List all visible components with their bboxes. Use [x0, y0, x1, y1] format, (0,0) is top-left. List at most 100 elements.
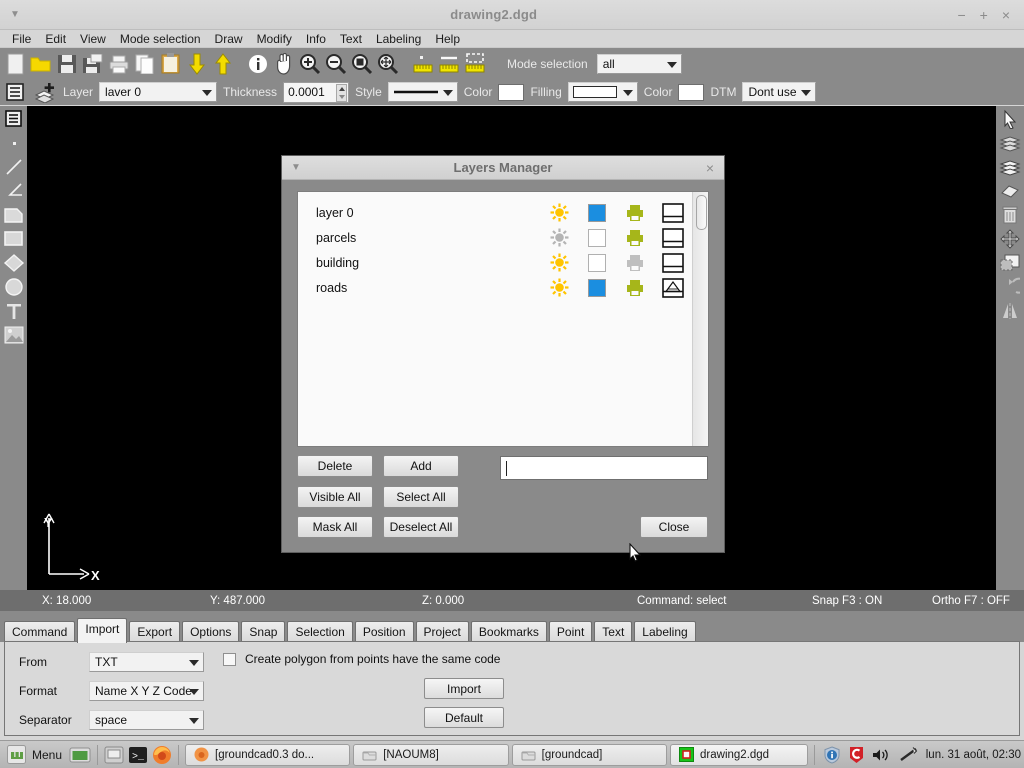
polygon-icon[interactable]	[3, 204, 25, 225]
trash-icon[interactable]	[999, 204, 1021, 225]
circle-icon[interactable]	[3, 276, 25, 297]
console-icon[interactable]: >_	[128, 746, 148, 764]
zoom-extents-icon[interactable]	[375, 50, 401, 78]
tab-point[interactable]: Point	[548, 621, 593, 643]
zoom-out-icon[interactable]	[323, 50, 349, 78]
visible-all-button[interactable]: Visible All	[297, 486, 373, 508]
mask-all-button[interactable]: Mask All	[297, 516, 373, 538]
polyline-icon[interactable]	[3, 180, 25, 201]
menu-item-file[interactable]: File	[5, 30, 38, 48]
copy-icon[interactable]	[132, 50, 158, 78]
taskbar-window-groundcad-doc[interactable]: [groundcad0.3 do...	[185, 743, 351, 766]
tab-import[interactable]: Import	[77, 618, 128, 643]
table-row[interactable]: building	[298, 250, 692, 275]
info-shield-icon[interactable]	[823, 745, 841, 764]
table-row[interactable]: parcels	[298, 225, 692, 250]
layer-name-input[interactable]	[500, 456, 708, 480]
deselect-all-button[interactable]: Deselect All	[383, 516, 459, 538]
show-desktop-button[interactable]	[69, 746, 91, 764]
info-icon[interactable]	[245, 50, 271, 78]
select-arrow-icon[interactable]	[999, 108, 1021, 129]
color-swatch[interactable]	[498, 83, 525, 101]
start-menu-button[interactable]: Menu	[3, 745, 66, 764]
maximize-button[interactable]: +	[980, 8, 988, 22]
table-row[interactable]: roads	[298, 275, 692, 300]
download-arrow-icon[interactable]	[184, 50, 210, 78]
menu-item-draw[interactable]: Draw	[208, 30, 250, 48]
tab-command[interactable]: Command	[4, 621, 76, 643]
open-folder-icon[interactable]	[28, 50, 54, 78]
taskbar-window-drawing2[interactable]: drawing2.dgd	[670, 743, 808, 766]
printable-printer-icon[interactable]	[616, 279, 654, 297]
save-as-icon[interactable]	[80, 50, 106, 78]
mirror-icon[interactable]	[999, 300, 1021, 321]
clamav-icon[interactable]	[848, 746, 865, 764]
style-dropdown[interactable]	[387, 82, 458, 102]
add-layer-icon[interactable]	[31, 78, 57, 106]
taskbar-window-naoum8[interactable]: [NAOUM8]	[353, 743, 509, 766]
copy-region-icon[interactable]	[999, 252, 1021, 273]
layer-type-dtm-icon[interactable]	[654, 277, 692, 298]
menu-item-help[interactable]: Help	[428, 30, 467, 48]
import-button[interactable]: Import	[424, 678, 504, 699]
filling-dropdown[interactable]	[567, 82, 638, 102]
add-button[interactable]: Add	[383, 455, 459, 477]
dialog-menu-arrow-icon[interactable]: ▼	[282, 162, 310, 173]
measure-area-icon[interactable]	[462, 50, 488, 78]
tab-export[interactable]: Export	[129, 621, 181, 643]
layer-type-icon[interactable]	[654, 252, 692, 273]
visibility-sun-icon[interactable]	[540, 228, 578, 247]
screen-icon[interactable]	[104, 746, 124, 764]
new-document-icon[interactable]	[2, 50, 28, 78]
undo-icon[interactable]	[999, 276, 1021, 297]
eraser-icon[interactable]	[999, 180, 1021, 201]
bluetooth-icon[interactable]	[899, 746, 919, 763]
separator-dropdown[interactable]: space	[89, 710, 204, 730]
image-icon[interactable]	[3, 324, 25, 345]
menu-item-labeling[interactable]: Labeling	[369, 30, 428, 48]
thickness-input[interactable]: 0.0001	[283, 81, 350, 103]
select-all-button[interactable]: Select All	[383, 486, 459, 508]
tab-selection[interactable]: Selection	[287, 621, 353, 643]
thickness-stepper[interactable]	[336, 83, 348, 102]
layer-selected-swatch[interactable]	[578, 228, 616, 247]
measure-point-icon[interactable]	[410, 50, 436, 78]
layers-stack-filled-icon[interactable]	[999, 156, 1021, 177]
layers-list-icon[interactable]	[2, 78, 28, 106]
minimize-button[interactable]: −	[957, 8, 965, 22]
menu-item-view[interactable]: View	[73, 30, 113, 48]
printable-printer-icon[interactable]	[616, 254, 654, 272]
menu-item-info[interactable]: Info	[299, 30, 333, 48]
zoom-in-icon[interactable]	[297, 50, 323, 78]
print-icon[interactable]	[106, 50, 132, 78]
layer-type-icon[interactable]	[654, 227, 692, 248]
format-dropdown[interactable]: Name X Y Z Code	[89, 681, 204, 701]
firefox-icon[interactable]	[152, 745, 172, 765]
tab-options[interactable]: Options	[182, 621, 240, 643]
create-polygon-checkbox[interactable]	[223, 652, 236, 666]
line-icon[interactable]	[3, 156, 25, 177]
menu-item-modify[interactable]: Modify	[250, 30, 299, 48]
upload-arrow-icon[interactable]	[210, 50, 236, 78]
close-dialog-button[interactable]: Close	[640, 516, 708, 538]
save-icon[interactable]	[54, 50, 80, 78]
from-dropdown[interactable]: TXT	[89, 652, 204, 672]
tab-project[interactable]: Project	[415, 621, 469, 643]
layer-selected-swatch[interactable]	[578, 203, 616, 222]
taskbar-window-groundcad[interactable]: [groundcad]	[511, 743, 668, 766]
text-icon[interactable]	[3, 300, 25, 321]
default-button[interactable]: Default	[424, 707, 504, 728]
layers-stack-icon[interactable]	[999, 132, 1021, 153]
filling-color-swatch[interactable]	[678, 83, 705, 101]
tab-text[interactable]: Text	[594, 621, 633, 643]
close-button[interactable]: ×	[1002, 8, 1010, 22]
list-icon[interactable]	[3, 108, 25, 129]
dtm-dropdown[interactable]: Dont use	[742, 82, 817, 102]
tab-labeling[interactable]: Labeling	[634, 621, 696, 643]
window-menu-arrow-icon[interactable]: ▼	[0, 9, 30, 20]
tab-bookmarks[interactable]: Bookmarks	[470, 621, 547, 643]
tab-position[interactable]: Position	[354, 621, 414, 643]
menu-item-text[interactable]: Text	[333, 30, 369, 48]
status-ortho[interactable]: Ortho F7 : OFF	[932, 595, 1010, 607]
scrollbar-thumb[interactable]	[696, 195, 707, 230]
